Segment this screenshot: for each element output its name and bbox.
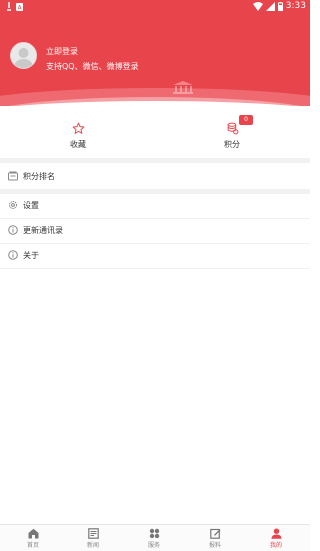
favorites-button[interactable]: 收藏 xyxy=(58,122,98,150)
info-icon xyxy=(8,225,18,235)
menu-item-settings[interactable]: 设置 xyxy=(0,194,310,219)
quick-actions: 收藏 积分 xyxy=(0,108,310,158)
tab-mine[interactable]: 我的 xyxy=(256,528,296,549)
login-subtitle: 支持QQ、微信、微博登录 xyxy=(46,62,139,71)
info-icon xyxy=(8,250,18,260)
star-icon xyxy=(72,122,84,134)
status-time: 3:33 xyxy=(285,1,306,11)
points-badge: 0 xyxy=(239,115,253,125)
menu-item-ranking[interactable]: 积分排名 xyxy=(0,165,310,190)
app-notification-icon: A xyxy=(16,2,23,11)
favorites-label: 收藏 xyxy=(70,140,86,149)
news-icon xyxy=(87,528,99,539)
notification-icon xyxy=(7,2,11,11)
menu-item-label: 关于 xyxy=(23,251,39,260)
tab-label: 新闻 xyxy=(86,542,99,549)
coins-icon xyxy=(227,122,238,135)
tab-label: 报料 xyxy=(208,542,221,549)
building-icon xyxy=(173,81,193,94)
battery-icon xyxy=(277,1,283,11)
points-button[interactable]: 积分 xyxy=(212,122,252,150)
avatar[interactable] xyxy=(10,42,37,69)
menu-item-update-contacts[interactable]: 更新通讯录 xyxy=(0,219,310,244)
menu-item-label: 积分排名 xyxy=(23,172,55,181)
points-label: 积分 xyxy=(224,140,240,149)
tab-services[interactable]: 服务 xyxy=(134,528,174,549)
grid-icon xyxy=(149,528,159,539)
gear-icon xyxy=(9,201,17,209)
home-icon xyxy=(28,528,38,539)
wifi-icon xyxy=(252,1,263,11)
tab-news[interactable]: 新闻 xyxy=(73,528,113,549)
ranking-icon xyxy=(8,171,18,181)
signal-icon xyxy=(265,1,275,11)
menu-item-label: 设置 xyxy=(23,201,39,210)
section-divider xyxy=(0,158,310,163)
status-bar: A 3:33 xyxy=(0,0,310,14)
tab-home[interactable]: 首页 xyxy=(13,528,53,549)
menu-item-about[interactable]: 关于 xyxy=(0,244,310,269)
profile-header: A 3:33 立即登录 支持QQ、微信、微博登录 xyxy=(0,0,310,106)
login-title[interactable]: 立即登录 xyxy=(46,46,78,57)
report-icon xyxy=(209,528,220,539)
tab-report[interactable]: 报料 xyxy=(195,528,235,549)
default-avatar-icon xyxy=(11,43,36,68)
user-icon xyxy=(271,528,281,539)
menu-item-label: 更新通讯录 xyxy=(23,226,63,235)
bottom-tab-bar: 首页 新闻 服务 报料 我的 xyxy=(0,524,310,551)
tab-label: 首页 xyxy=(26,542,39,549)
tab-label: 我的 xyxy=(269,542,282,549)
tab-label: 服务 xyxy=(147,542,160,549)
